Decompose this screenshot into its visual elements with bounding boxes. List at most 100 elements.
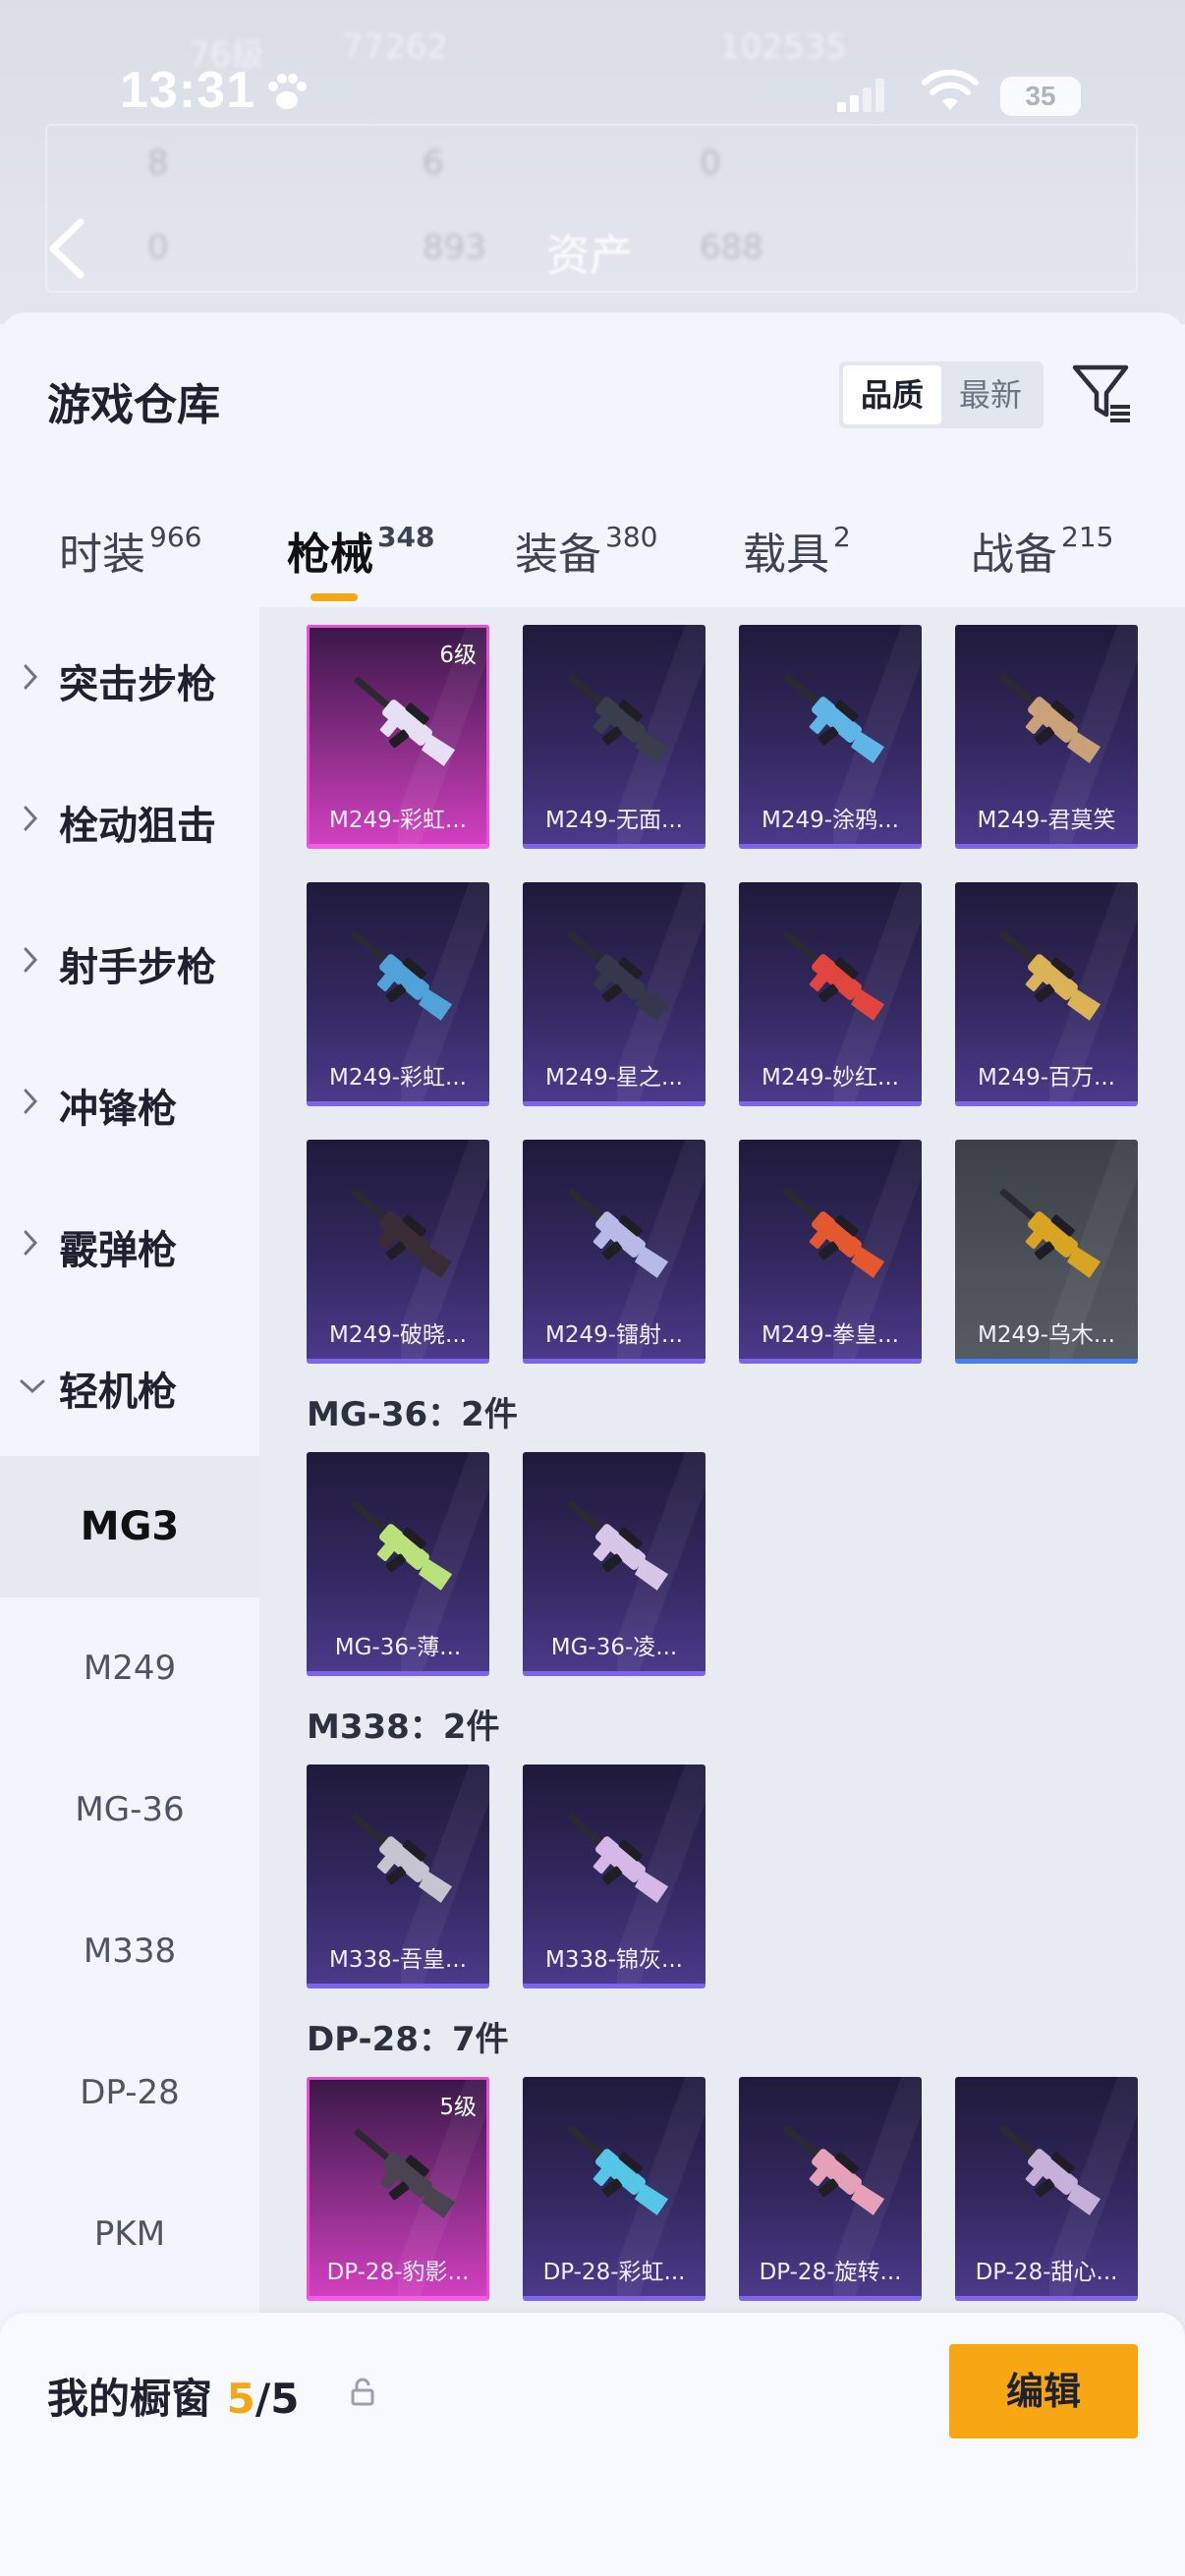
chevron-down-icon bbox=[20, 1379, 45, 1394]
rifle-icon bbox=[351, 1813, 453, 1903]
item-card[interactable]: M249-彩虹... bbox=[307, 882, 489, 1106]
item-name: M249-拳皇... bbox=[762, 1322, 899, 1348]
tab-fashion[interactable]: 时装 966 bbox=[59, 519, 201, 582]
item-card[interactable]: DP-28-旋转... bbox=[739, 2077, 922, 2301]
background-text: 77262 bbox=[342, 28, 449, 67]
item-card[interactable]: M249-镭射... bbox=[523, 1140, 705, 1364]
background-page: 76级 77262 102535 8 6 0 0 893 688 13:31 3… bbox=[0, 0, 1185, 324]
sort-newest-button[interactable]: 最新 bbox=[941, 365, 1040, 424]
background-text: 6 bbox=[423, 143, 444, 183]
sidebar-sub-dp28[interactable]: DP-28 bbox=[0, 2022, 259, 2163]
rifle-icon bbox=[567, 673, 669, 763]
item-card[interactable]: DP-28-彩虹... bbox=[523, 2077, 705, 2301]
battery-indicator: 35 bbox=[1000, 77, 1081, 116]
edit-button[interactable]: 编辑 bbox=[949, 2344, 1138, 2438]
item-name: M249-破晓... bbox=[329, 1322, 467, 1348]
item-card[interactable]: M249-无面... bbox=[523, 625, 705, 849]
back-icon[interactable] bbox=[47, 218, 86, 279]
paw-icon bbox=[268, 74, 307, 109]
tab-supplies[interactable]: 战备 215 bbox=[971, 519, 1113, 582]
sidebar-item-label: 霰弹枪 bbox=[59, 1228, 177, 1273]
sort-quality-button[interactable]: 品质 bbox=[843, 365, 941, 424]
item-card[interactable]: M249-拳皇... bbox=[739, 1140, 922, 1364]
rifle-icon bbox=[783, 930, 885, 1021]
item-name: MG-36-薄... bbox=[334, 1635, 462, 1660]
rifle-icon bbox=[351, 1188, 453, 1278]
item-card[interactable]: MG-36-凌... bbox=[523, 1452, 705, 1676]
item-card[interactable]: M249-破晓... bbox=[307, 1140, 489, 1364]
item-card[interactable]: MG-36-薄... bbox=[307, 1452, 489, 1676]
sidebar-sub-mg36[interactable]: MG-36 bbox=[0, 1739, 259, 1880]
active-tab-indicator bbox=[310, 593, 358, 601]
sidebar-sub-m249[interactable]: M249 bbox=[0, 1597, 259, 1739]
item-name: M338-吾皇... bbox=[329, 1947, 467, 1973]
item-card[interactable]: M249-君莫笑 bbox=[955, 625, 1138, 849]
item-card[interactable]: M249-星之... bbox=[523, 882, 705, 1106]
item-card[interactable]: M338-锦灰... bbox=[523, 1764, 705, 1988]
item-card[interactable]: 6级 M249-彩虹... bbox=[307, 625, 489, 849]
item-card[interactable]: M249-妙红... bbox=[739, 882, 922, 1106]
showcase-title: 我的橱窗 bbox=[47, 2375, 213, 2423]
rifle-icon bbox=[567, 1500, 669, 1591]
rifle-icon bbox=[999, 2125, 1101, 2215]
item-card[interactable]: M249-涂鸦... bbox=[739, 625, 922, 849]
item-card[interactable]: M249-百万... bbox=[955, 882, 1138, 1106]
item-card[interactable]: 5级 DP-28-豹影... bbox=[307, 2077, 489, 2301]
sidebar-sub-m338[interactable]: M338 bbox=[0, 1880, 259, 2022]
showcase-total: /5 bbox=[254, 2375, 300, 2423]
background-text: 0 bbox=[700, 143, 721, 183]
item-name: DP-28-甜心... bbox=[975, 2260, 1118, 2285]
tab-count: 215 bbox=[1061, 521, 1114, 553]
item-name: M249-星之... bbox=[545, 1065, 683, 1091]
background-text: 8 bbox=[147, 143, 169, 183]
item-name: DP-28-豹影... bbox=[326, 2260, 470, 2285]
tab-vehicles[interactable]: 载具 2 bbox=[743, 519, 851, 582]
sidebar-item-smg[interactable]: 冲锋枪 bbox=[0, 1032, 259, 1173]
item-name: M249-百万... bbox=[978, 1065, 1115, 1091]
rifle-icon bbox=[567, 1188, 669, 1278]
rifle-icon bbox=[354, 676, 456, 766]
tab-equipment[interactable]: 装备 380 bbox=[515, 519, 657, 582]
sidebar-sub-mg3[interactable]: MG3 bbox=[0, 1456, 259, 1597]
sidebar-item-marksman-rifle[interactable]: 射手步枪 bbox=[0, 890, 259, 1032]
sidebar-item-lmg[interactable]: 轻机枪 bbox=[0, 1315, 259, 1456]
item-name: M249-君莫笑 bbox=[977, 808, 1116, 833]
item-level: 5级 bbox=[439, 2095, 477, 2120]
sidebar-item-label: 冲锋枪 bbox=[59, 1087, 177, 1132]
section-heading: MG-36：2件 bbox=[307, 1395, 518, 1434]
item-name: M249-涂鸦... bbox=[762, 808, 899, 833]
rifle-icon bbox=[567, 930, 669, 1021]
tab-count: 2 bbox=[833, 521, 851, 553]
tab-count: 348 bbox=[377, 521, 435, 553]
sidebar: 突击步枪 栓动狙击 射手步枪 冲锋枪 霰弹枪 轻机枪 MG3 M249 MG-3… bbox=[0, 607, 259, 2576]
item-level: 6级 bbox=[439, 643, 477, 668]
sidebar-item-label: 射手步枪 bbox=[59, 945, 216, 990]
item-card[interactable]: DP-28-甜心... bbox=[955, 2077, 1138, 2301]
item-card[interactable]: M338-吾皇... bbox=[307, 1764, 489, 1988]
rifle-icon bbox=[354, 2128, 456, 2218]
background-text: 893 bbox=[423, 228, 486, 267]
sidebar-item-bolt-sniper[interactable]: 栓动狙击 bbox=[0, 749, 259, 890]
sheet-title: 游戏仓库 bbox=[47, 380, 220, 430]
sidebar-item-assault-rifle[interactable]: 突击步枪 bbox=[0, 607, 259, 749]
chevron-right-icon bbox=[24, 947, 38, 973]
sidebar-item-label: 轻机枪 bbox=[59, 1370, 177, 1415]
tab-label: 载具 bbox=[743, 530, 829, 580]
sidebar-sub-pkm[interactable]: PKM bbox=[0, 2163, 259, 2305]
showcase-label: 我的橱窗 5/5 bbox=[47, 2366, 299, 2426]
rifle-icon bbox=[567, 1813, 669, 1903]
tab-firearms[interactable]: 枪械 348 bbox=[287, 519, 434, 582]
item-grid: 6级 M249-彩虹... M249-无面... M249-涂鸦... M249-… bbox=[259, 607, 1185, 2576]
rifle-icon bbox=[783, 2125, 885, 2215]
item-card[interactable]: M249-乌木... bbox=[955, 1140, 1138, 1364]
item-name: M249-乌木... bbox=[978, 1322, 1115, 1348]
item-name: M249-无面... bbox=[545, 808, 683, 833]
filter-icon[interactable] bbox=[1071, 362, 1134, 424]
tab-count: 966 bbox=[149, 521, 202, 553]
rifle-icon bbox=[999, 673, 1101, 763]
sidebar-item-shotgun[interactable]: 霰弹枪 bbox=[0, 1173, 259, 1315]
background-text: 0 bbox=[147, 228, 169, 267]
item-name: M249-彩虹... bbox=[329, 808, 467, 833]
showcase-count: 5 bbox=[226, 2375, 255, 2423]
rifle-icon bbox=[999, 1188, 1101, 1278]
